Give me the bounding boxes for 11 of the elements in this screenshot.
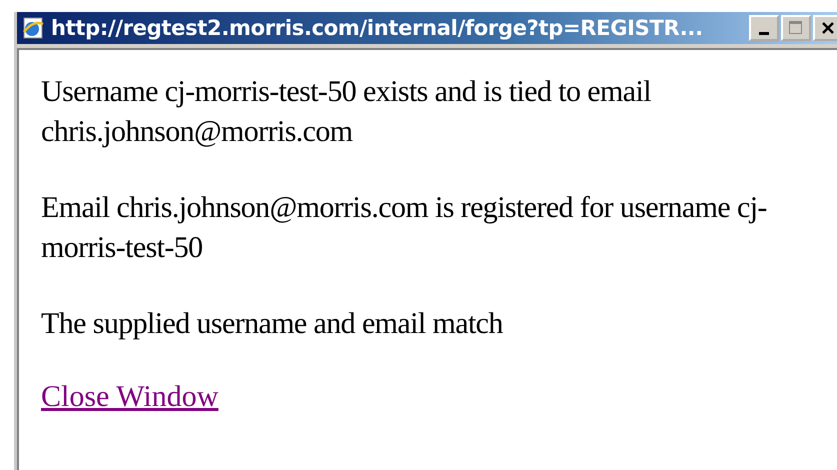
- close-button[interactable]: [813, 15, 837, 41]
- message-text: Email chris.johnson@morris.com is registered for username cj-morris-test-50: [41, 190, 768, 266]
- globe-icon: [21, 16, 45, 40]
- message-text: The supplied username and email match: [41, 306, 504, 342]
- message-text: Username cj-morris-test-50 exists and is tied to email chris.johnson@morris.com: [41, 74, 652, 150]
- maximize-icon: [788, 20, 804, 36]
- minimize-icon: [759, 32, 769, 34]
- close-window-link[interactable]: Close Window: [41, 380, 218, 413]
- close-icon: [821, 21, 835, 35]
- window-title: http://regtest2.morris.com/internal/forge?tp=REGISTR...: [51, 16, 704, 40]
- minimize-button[interactable]: [749, 15, 779, 41]
